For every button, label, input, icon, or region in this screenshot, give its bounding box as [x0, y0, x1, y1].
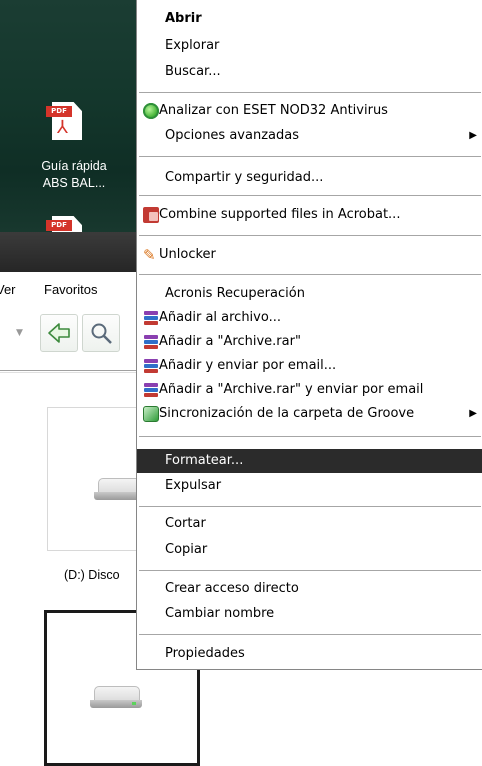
- search-button[interactable]: [82, 314, 120, 352]
- desktop-background: PDF ⅄ Guía rápida ABS BAL... PDF: [0, 0, 140, 245]
- menu-item-copiar[interactable]: Copiar: [137, 538, 482, 562]
- submenu-arrow-icon: ▶: [469, 408, 477, 419]
- menu-item-propiedades[interactable]: Propiedades: [137, 642, 482, 666]
- explorer-titlebar: [0, 232, 140, 272]
- menu-item-explorar[interactable]: Explorar: [137, 34, 482, 58]
- drive-label[interactable]: (D:) Disco: [64, 568, 120, 582]
- eset-icon: [143, 103, 159, 119]
- submenu-arrow-icon: ▶: [469, 130, 477, 141]
- menu-item-abrir[interactable]: Abrir: [137, 7, 482, 31]
- divider: [0, 370, 140, 371]
- menu-favorites[interactable]: Favoritos: [44, 282, 97, 297]
- menu-item-buscar[interactable]: Buscar...: [137, 60, 482, 84]
- winrar-icon: [143, 310, 159, 326]
- acrobat-icon: [143, 207, 159, 223]
- unlocker-icon: ✎: [143, 246, 156, 264]
- menu-separator: [139, 274, 481, 275]
- context-menu: Abrir Explorar Buscar... Analizar con ES…: [136, 0, 482, 670]
- menu-item-cortar[interactable]: Cortar: [137, 512, 482, 536]
- menu-separator: [139, 436, 481, 437]
- menu-separator: [139, 195, 481, 196]
- explorer-toolbar: ▼: [0, 306, 140, 362]
- menu-item-acrobat-combine[interactable]: Combine supported files in Acrobat...: [137, 203, 482, 227]
- menu-separator: [139, 235, 481, 236]
- menu-separator: [139, 156, 481, 157]
- search-icon: [91, 323, 112, 344]
- menu-item-anadir-archive-rar[interactable]: Añadir a "Archive.rar": [137, 330, 482, 354]
- back-button[interactable]: [40, 314, 78, 352]
- menu-item-acronis[interactable]: Acronis Recuperación: [137, 282, 482, 306]
- menu-item-anadir-enviar-email[interactable]: Añadir y enviar por email...: [137, 354, 482, 378]
- menu-separator: [139, 634, 481, 635]
- winrar-icon: [143, 334, 159, 350]
- divider: [0, 372, 140, 373]
- drive-tile-d[interactable]: [47, 407, 149, 551]
- winrar-icon: [143, 358, 159, 374]
- menu-item-crear-acceso-directo[interactable]: Crear acceso directo: [137, 577, 482, 601]
- menu-item-cambiar-nombre[interactable]: Cambiar nombre: [137, 602, 482, 626]
- menu-item-anadir-archivo[interactable]: Añadir al archivo...: [137, 306, 482, 330]
- menu-separator: [139, 506, 481, 507]
- back-arrow-icon: [48, 323, 70, 343]
- menu-item-expulsar[interactable]: Expulsar: [137, 474, 482, 498]
- menu-view[interactable]: Ver: [0, 282, 16, 297]
- menu-item-compartir[interactable]: Compartir y seguridad...: [137, 166, 482, 190]
- menu-separator: [139, 570, 481, 571]
- hard-drive-icon: [90, 686, 142, 708]
- menu-item-eset-scan[interactable]: Analizar con ESET NOD32 Antivirus: [137, 99, 482, 123]
- menu-item-anadir-archive-rar-email[interactable]: Añadir a "Archive.rar" y enviar por emai…: [137, 378, 482, 402]
- menu-item-formatear[interactable]: Formatear...: [137, 449, 482, 473]
- menu-separator: [139, 92, 481, 93]
- menu-item-groove-sync[interactable]: Sincronización de la carpeta de Groove ▶: [137, 402, 482, 426]
- dropdown-arrow-icon[interactable]: ▼: [16, 328, 23, 338]
- pdf-file-icon[interactable]: PDF ⅄: [42, 102, 98, 146]
- desktop-icon-label[interactable]: Guía rápida ABS BAL...: [18, 158, 130, 192]
- explorer-menubar: Ver Favoritos: [0, 272, 140, 306]
- menu-item-opciones-avanzadas[interactable]: Opciones avanzadas ▶: [137, 124, 482, 148]
- groove-icon: [143, 406, 159, 422]
- winrar-icon: [143, 382, 159, 398]
- menu-item-unlocker[interactable]: ✎ Unlocker: [137, 243, 482, 267]
